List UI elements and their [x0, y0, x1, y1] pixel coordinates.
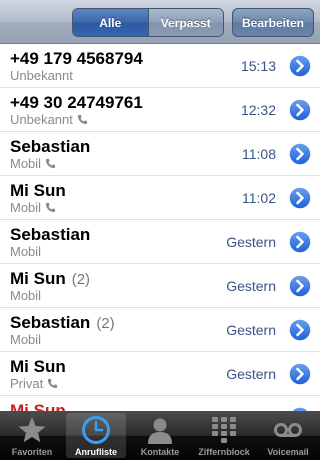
disclosure-arrow-icon[interactable] — [288, 186, 312, 210]
phone-icon — [45, 158, 56, 169]
call-count: (2) — [96, 315, 115, 332]
phone-icon — [45, 202, 56, 213]
call-row[interactable]: Mi Sun Privat Gestern — [0, 352, 320, 396]
disclosure-arrow-icon[interactable] — [288, 274, 312, 298]
number-type-text: Privat — [10, 376, 44, 391]
recents-filter-segmented-control: Alle Verpasst — [72, 8, 224, 37]
caller-name: Sebastian — [10, 225, 90, 245]
caller-name: Mi Sun — [10, 181, 66, 201]
disclosure-arrow-icon[interactable] — [288, 98, 312, 122]
caller-name-text: +49 30 24749761 — [10, 93, 143, 112]
number-type-text: Mobil — [10, 288, 42, 303]
edit-button[interactable]: Bearbeiten — [232, 8, 314, 37]
caller-name: Sebastian (2) — [10, 313, 115, 333]
call-time: 12:32 — [240, 102, 276, 118]
call-time: 15:13 — [240, 58, 276, 74]
segment-all[interactable]: Alle — [73, 9, 148, 36]
tab-voicemail-label: Voicemail — [267, 447, 309, 457]
call-time: 11:08 — [242, 146, 276, 162]
caller-name-text: Mi Sun — [10, 401, 66, 411]
tab-bar: Favoriten Anrufliste Kontakte Ziffernblo… — [0, 411, 320, 460]
disclosure-arrow-icon[interactable] — [288, 318, 312, 342]
number-type: Mobil — [10, 200, 56, 215]
number-type: Mobil — [10, 244, 41, 259]
caller-name: Sebastian — [10, 137, 90, 157]
tab-contacts[interactable]: Kontakte — [128, 411, 192, 460]
call-time: Gestern — [226, 278, 276, 294]
call-row[interactable]: Mi Sun Mobil 11:02 — [0, 176, 320, 220]
call-row[interactable]: Mi Sun — [0, 396, 320, 411]
disclosure-arrow-icon[interactable] — [288, 230, 312, 254]
call-row[interactable]: Sebastian (2) Mobil Gestern — [0, 308, 320, 352]
tab-keypad-label: Ziffernblock — [198, 447, 250, 457]
tab-favorites-label: Favoriten — [11, 447, 53, 457]
caller-name: Mi Sun (2) — [10, 269, 90, 289]
number-type-text: Mobil — [10, 156, 42, 171]
number-type: Mobil — [10, 156, 56, 171]
phone-icon — [48, 378, 58, 389]
disclosure-arrow-icon[interactable] — [288, 54, 312, 78]
tab-keypad[interactable]: Ziffernblock — [192, 411, 256, 460]
call-time: Gestern — [226, 234, 276, 250]
caller-name: Mi Sun — [10, 401, 66, 411]
caller-name-text: Sebastian — [10, 137, 91, 156]
call-time: Gestern — [226, 366, 276, 382]
call-row[interactable]: Sebastian Mobil 11:08 — [0, 132, 320, 176]
number-type: Mobil — [10, 332, 41, 347]
number-type: Mobil — [10, 288, 41, 303]
number-type-text: Mobil — [10, 200, 42, 215]
caller-name-text: Mi Sun — [10, 269, 66, 288]
caller-name-text: Sebastian — [10, 225, 91, 244]
call-time: Gestern — [226, 322, 276, 338]
call-row[interactable]: +49 30 24749761 Unbekannt 12:32 — [0, 88, 320, 132]
call-count: (2) — [71, 271, 91, 288]
caller-name-text: Sebastian — [10, 313, 91, 332]
caller-name: +49 179 4568794 — [10, 49, 143, 69]
number-type-text: Mobil — [10, 332, 42, 347]
caller-name-text: +49 179 4568794 — [10, 49, 143, 68]
voicemail-icon — [274, 423, 302, 437]
call-row[interactable]: Mi Sun (2) Mobil Gestern — [0, 264, 320, 308]
tab-favorites[interactable]: Favoriten — [0, 411, 64, 460]
number-type: Unbekannt — [10, 112, 88, 127]
tab-recents-label: Anrufliste — [74, 447, 117, 457]
segment-missed[interactable]: Verpasst — [147, 9, 223, 36]
recents-list[interactable]: +49 179 4568794 Unbekannt 15:13 +49 30 2474… — [0, 44, 320, 411]
keypad-icon — [212, 417, 236, 443]
disclosure-arrow-icon[interactable] — [288, 362, 312, 386]
phone-icon — [77, 114, 87, 125]
call-time: 11:02 — [242, 190, 276, 206]
caller-name-text: Mi Sun — [10, 357, 66, 376]
star-icon — [18, 417, 46, 443]
caller-name: Mi Sun — [10, 357, 66, 377]
number-type: Privat — [10, 376, 58, 391]
person-icon — [148, 418, 172, 444]
number-type: Unbekannt — [10, 68, 73, 83]
call-row[interactable]: +49 179 4568794 Unbekannt 15:13 — [0, 44, 320, 88]
navigation-bar: Alle Verpasst Bearbeiten — [0, 0, 320, 44]
number-type-text: Unbekannt — [10, 112, 73, 127]
caller-name-text: Mi Sun — [10, 181, 66, 200]
tab-contacts-label: Kontakte — [140, 447, 180, 457]
tab-recents[interactable]: Anrufliste — [64, 411, 128, 460]
call-row[interactable]: Sebastian Mobil Gestern — [0, 220, 320, 264]
disclosure-arrow-icon[interactable] — [288, 142, 312, 166]
number-type-text: Unbekannt — [10, 68, 73, 83]
number-type-text: Mobil — [10, 244, 42, 259]
tab-voicemail[interactable]: Voicemail — [256, 411, 320, 460]
caller-name: +49 30 24749761 — [10, 93, 143, 113]
clock-icon — [82, 416, 110, 444]
